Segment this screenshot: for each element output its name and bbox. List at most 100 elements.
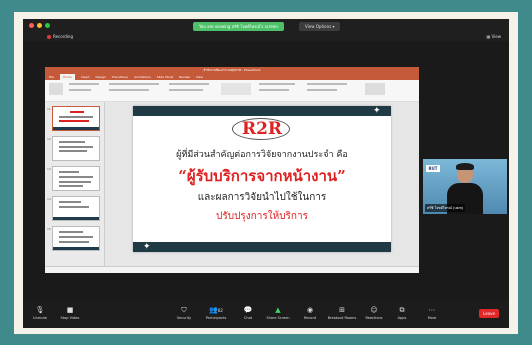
- arrange-controls[interactable]: [259, 83, 295, 85]
- more-dots-icon: ⋯: [428, 306, 436, 314]
- minimize-window-button[interactable]: [37, 23, 42, 28]
- share-screen-label: Share Screen: [266, 316, 290, 320]
- thumb-line: [59, 236, 93, 238]
- dictate-button[interactable]: [365, 83, 385, 95]
- ppt-title: สำนักงานพัฒนาระบบสุขภาพ - PowerPoint: [203, 68, 261, 72]
- paragraph-controls[interactable]: [169, 83, 209, 85]
- thumb-bar: [53, 127, 99, 130]
- breakout-rooms-label: Breakout Rooms: [327, 316, 357, 320]
- chat-label: Chat: [243, 316, 253, 320]
- thumb-line: [59, 171, 79, 173]
- ppt-status-bar: [45, 266, 419, 273]
- thumb-line: [59, 150, 87, 152]
- ppt-ribbon: [45, 80, 419, 102]
- slide-line-4: ปรับปรุงการให้บริการ: [216, 211, 308, 222]
- view-label: View: [491, 34, 502, 39]
- video-camera-icon: ■: [66, 306, 74, 314]
- chat-icon: 💬: [243, 306, 253, 314]
- apps-button[interactable]: ⧉ Apps: [387, 305, 417, 321]
- security-label: Security: [176, 316, 192, 320]
- stop-video-button[interactable]: ■ Stop Video: [55, 305, 85, 321]
- zoom-top-bar: You are viewing สรัชิ โจทย์ไทรณ์'s scree…: [23, 19, 509, 41]
- font-selector[interactable]: [109, 83, 159, 85]
- leave-button[interactable]: Leave: [479, 309, 499, 318]
- slide-line-1: ผู้ที่มีส่วนสำคัญต่อการวิจัยจากงานประจำ …: [176, 150, 348, 160]
- slide-thumbnail[interactable]: 12: [47, 136, 100, 161]
- editing-controls[interactable]: [307, 83, 347, 85]
- thumb-line: [59, 146, 93, 148]
- ribbon-control[interactable]: [69, 83, 99, 85]
- slide-heading: R2R: [241, 119, 283, 139]
- editing-controls[interactable]: [307, 89, 337, 91]
- ppt-title-bar: สำนักงานพัฒนาระบบสุขภาพ - PowerPoint: [45, 67, 419, 74]
- window-controls: [29, 23, 50, 28]
- maximize-window-button[interactable]: [45, 23, 50, 28]
- thumb-line: [59, 181, 91, 183]
- breakout-rooms-icon: ⊞: [339, 306, 345, 314]
- font-format-controls[interactable]: [109, 89, 149, 91]
- quick-styles[interactable]: [259, 89, 289, 91]
- thumb-line: [59, 185, 83, 187]
- close-window-button[interactable]: [29, 23, 34, 28]
- participant-video-tile[interactable]: RUT สรัชิ โจทย์ไทรณ์ (usm): [423, 159, 507, 214]
- security-button[interactable]: ⛉ Security: [169, 305, 199, 321]
- thumb-line: [59, 201, 81, 203]
- participants-icon: 👥82: [209, 306, 223, 314]
- slide-bottom-bar: [133, 242, 391, 252]
- record-dot-icon: [47, 34, 51, 39]
- more-button[interactable]: ⋯ More: [417, 305, 447, 321]
- thumb-line: [59, 241, 89, 243]
- slide-number: 15: [47, 227, 51, 231]
- breakout-rooms-button[interactable]: ⊞ Breakout Rooms: [327, 305, 357, 321]
- microphone-muted-icon: 🎙: [35, 306, 45, 314]
- slide-number: 12: [47, 137, 51, 141]
- view-options-button[interactable]: View Options ▾: [299, 22, 341, 31]
- thumb-line: [59, 116, 93, 118]
- slide-number: 14: [47, 197, 51, 201]
- participants-button[interactable]: 👥82 Participants: [201, 305, 231, 321]
- shapes-gallery[interactable]: [221, 83, 251, 95]
- paste-button[interactable]: [49, 83, 63, 95]
- unmute-label: Unmute: [33, 316, 47, 320]
- zoom-toolbar: 🎙 Unmute ■ Stop Video ⛉ Security 👥82 Par…: [23, 301, 509, 328]
- unmute-button[interactable]: 🎙 Unmute: [25, 305, 55, 321]
- chat-button[interactable]: 💬 Chat: [233, 305, 263, 321]
- thumb-line: [59, 206, 89, 208]
- slide-line-2: “ผู้รับบริการจากหน้างาน”: [178, 167, 346, 185]
- apps-label: Apps: [397, 316, 407, 320]
- paragraph-controls[interactable]: [169, 89, 203, 91]
- recording-indicator[interactable]: Recording: [47, 34, 73, 39]
- smiley-icon: ☺: [370, 306, 378, 314]
- screen-share-notice: You are viewing สรัชิ โจทย์ไทรณ์'s scree…: [193, 22, 284, 31]
- logo: RUT: [426, 165, 440, 172]
- participant-hair: [456, 163, 474, 170]
- thumb-line: [59, 176, 93, 178]
- thumb-bar: [53, 247, 99, 250]
- thumb-line: [70, 111, 84, 113]
- photo-frame: You are viewing สรัชิ โจทย์ไทรณ์'s scree…: [14, 12, 518, 334]
- shield-icon: ⛉: [181, 306, 187, 314]
- stop-video-label: Stop Video: [60, 316, 80, 320]
- slide-number: 11: [47, 107, 51, 111]
- slide-thumbnail[interactable]: 13: [47, 166, 100, 191]
- share-screen-icon: ▲: [275, 306, 281, 314]
- record-button[interactable]: ◉ Record: [295, 305, 325, 321]
- current-slide[interactable]: ✦ R2R ผู้ที่มีส่วนสำคัญต่อการวิจัยจากงาน…: [133, 106, 391, 252]
- slide-thumbnails-pane: 11 12 13 14 15: [45, 102, 105, 266]
- slide-thumbnail[interactable]: 15: [47, 226, 100, 251]
- sparkle-icon: ✦: [143, 242, 151, 252]
- thumb-line: [59, 231, 83, 233]
- ribbon-control[interactable]: [69, 89, 91, 91]
- record-icon: ◉: [306, 306, 314, 314]
- thumb-line: [59, 120, 89, 122]
- slide-line-3: และผลการวิจัยนำไปใช้ในการ: [197, 192, 327, 203]
- reactions-button[interactable]: ☺ Reactions: [359, 305, 389, 321]
- slide-thumbnail[interactable]: 14: [47, 196, 100, 221]
- zoom-window: You are viewing สรัชิ โจทย์ไทรณ์'s scree…: [23, 19, 509, 328]
- participants-count: 82: [217, 308, 223, 313]
- view-options-label: View Options: [305, 24, 332, 29]
- view-button[interactable]: ▦ View: [486, 34, 501, 39]
- share-screen-button[interactable]: ▲ Share Screen: [263, 305, 293, 321]
- record-label: Record: [303, 316, 317, 320]
- slide-thumbnail[interactable]: 11: [47, 106, 100, 131]
